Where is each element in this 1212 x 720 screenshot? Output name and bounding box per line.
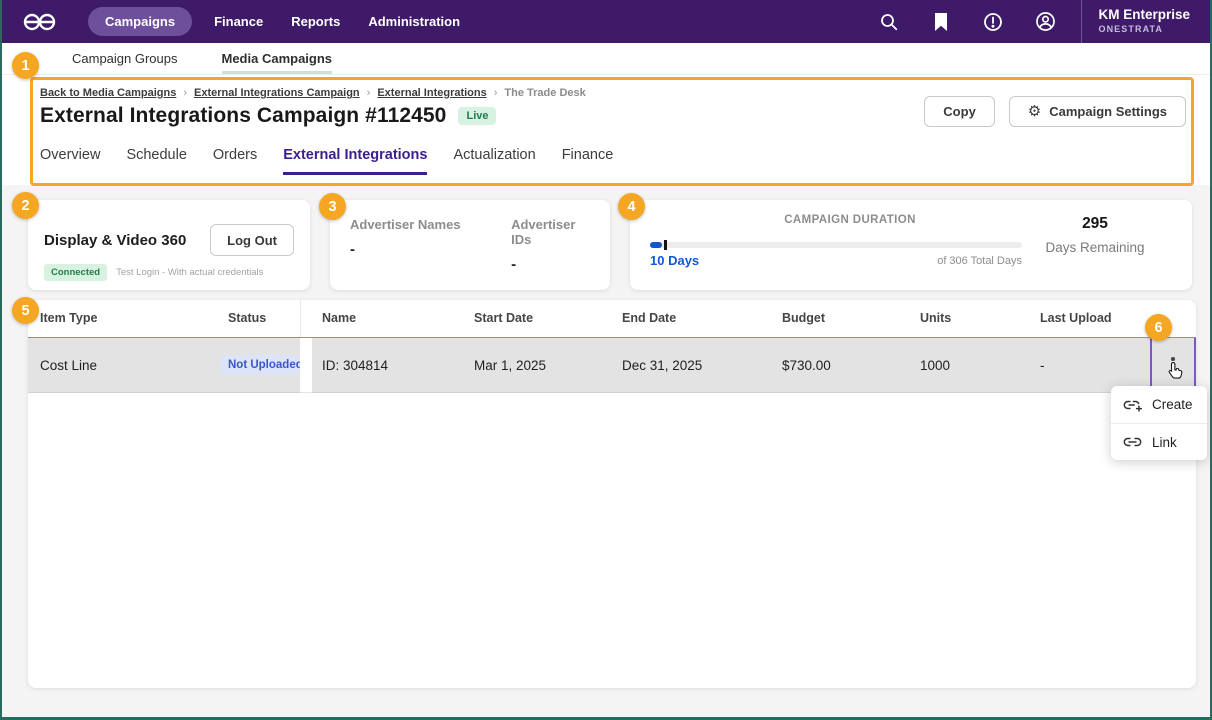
duration-marker <box>664 240 667 250</box>
tab-schedule[interactable]: Schedule <box>126 147 186 175</box>
nav-administration[interactable]: Administration <box>368 14 460 29</box>
column-header-name: Name <box>312 300 464 337</box>
breadcrumb-integrations-link[interactable]: External Integrations <box>377 87 486 99</box>
connection-note: Test Login - With actual credentials <box>116 267 263 278</box>
duration-total-label: of 306 Total Days <box>650 255 1022 267</box>
tab-orders[interactable]: Orders <box>213 147 257 175</box>
campaign-settings-label: Campaign Settings <box>1049 104 1167 119</box>
duration-progress-track <box>650 242 1022 248</box>
live-status-badge: Live <box>458 107 496 125</box>
advertiser-names-value: - <box>350 241 511 258</box>
column-header-last-upload: Last Upload <box>1030 300 1150 337</box>
campaign-tabs: Overview Schedule Orders External Integr… <box>40 147 639 175</box>
brand-logo-icon[interactable] <box>22 11 58 33</box>
log-out-button[interactable]: Log Out <box>210 224 294 256</box>
duration-elapsed-bar <box>650 242 662 248</box>
tab-actualization[interactable]: Actualization <box>453 147 535 175</box>
cell-item-type: Cost Line <box>28 338 218 393</box>
advertiser-card: Advertiser Names - Advertiser IDs - <box>330 200 610 290</box>
tab-overview[interactable]: Overview <box>40 147 100 175</box>
column-header-budget: Budget <box>772 300 910 337</box>
cell-units: 1000 <box>910 338 1030 393</box>
gear-icon: ⚙ <box>1028 104 1041 119</box>
days-remaining-value: 295 <box>1025 215 1165 233</box>
days-remaining-label: Days Remaining <box>1025 240 1165 255</box>
page-title: External Integrations Campaign #112450 <box>40 104 446 128</box>
campaign-duration-card: CAMPAIGN DURATION 10 Days of 306 Total D… <box>630 200 1192 290</box>
menu-item-link[interactable]: Link <box>1111 423 1207 460</box>
frozen-column-divider <box>300 300 312 337</box>
column-header-start-date: Start Date <box>464 300 612 337</box>
breadcrumb-separator: › <box>494 87 498 99</box>
menu-item-link-label: Link <box>1152 435 1177 450</box>
nav-finance[interactable]: Finance <box>214 14 263 29</box>
menu-item-create-label: Create <box>1152 397 1193 412</box>
duration-title: CAMPAIGN DURATION <box>630 214 1070 226</box>
connection-title: Display & Video 360 <box>44 232 186 249</box>
breadcrumb-current: The Trade Desk <box>504 87 585 99</box>
items-table: Item Type Status Name Start Date End Dat… <box>28 300 1196 688</box>
cell-actions <box>1150 338 1196 393</box>
table-header-row: Item Type Status Name Start Date End Dat… <box>28 300 1196 337</box>
tab-finance[interactable]: Finance <box>562 147 614 175</box>
app-window: Campaigns Finance Reports Administration <box>0 0 1212 720</box>
subnav-media-campaigns[interactable]: Media Campaigns <box>222 43 333 74</box>
not-uploaded-badge: Not Uploaded <box>220 355 311 375</box>
link-icon <box>1123 434 1142 450</box>
table-row[interactable]: Cost Line Not Uploaded ID: 304814 Mar 1,… <box>28 337 1196 393</box>
breadcrumb-separator: › <box>367 87 371 99</box>
cell-last-upload: - <box>1030 338 1150 393</box>
link-plus-icon <box>1123 397 1142 413</box>
campaign-header: Back to Media Campaigns › External Integ… <box>0 75 1212 185</box>
column-header-units: Units <box>910 300 1030 337</box>
breadcrumb-back-link[interactable]: Back to Media Campaigns <box>40 87 176 99</box>
advertiser-ids-label: Advertiser IDs <box>511 217 590 247</box>
tenant-name: KM Enterprise <box>1098 7 1190 24</box>
column-header-item-type: Item Type <box>28 300 218 337</box>
breadcrumb-separator: › <box>183 87 187 99</box>
cell-status: Not Uploaded <box>218 338 300 393</box>
cell-end-date: Dec 31, 2025 <box>612 338 772 393</box>
advertiser-names-label: Advertiser Names <box>350 217 511 232</box>
column-header-actions <box>1150 300 1196 337</box>
cell-budget: $730.00 <box>772 338 910 393</box>
column-header-status: Status <box>218 300 300 337</box>
connected-badge: Connected <box>44 264 107 281</box>
account-icon[interactable] <box>1033 10 1057 34</box>
nav-campaigns[interactable]: Campaigns <box>88 7 192 36</box>
tenant-product: ONESTRATA <box>1098 24 1190 35</box>
nav-reports[interactable]: Reports <box>291 14 340 29</box>
tab-external-integrations[interactable]: External Integrations <box>283 147 427 175</box>
alert-info-icon[interactable] <box>981 10 1005 34</box>
subnav-campaign-groups[interactable]: Campaign Groups <box>72 43 178 74</box>
kebab-menu-icon[interactable] <box>1167 353 1179 377</box>
secondary-navbar: Campaign Groups Media Campaigns <box>0 43 1212 75</box>
connection-card: Display & Video 360 Log Out Connected Te… <box>28 200 310 290</box>
navbar-divider <box>1081 0 1082 43</box>
frozen-column-divider <box>300 338 312 393</box>
campaign-settings-button[interactable]: ⚙ Campaign Settings <box>1009 96 1186 127</box>
bookmark-icon[interactable] <box>929 10 953 34</box>
advertiser-ids-value: - <box>511 256 590 273</box>
column-header-end-date: End Date <box>612 300 772 337</box>
top-navbar: Campaigns Finance Reports Administration <box>0 0 1212 43</box>
row-actions-menu: Create Link <box>1111 386 1207 460</box>
breadcrumb-campaign-link[interactable]: External Integrations Campaign <box>194 87 360 99</box>
cell-name: ID: 304814 <box>312 338 464 393</box>
tenant-switcher[interactable]: KM Enterprise ONESTRATA <box>1098 7 1190 35</box>
menu-item-create[interactable]: Create <box>1111 386 1207 423</box>
cell-start-date: Mar 1, 2025 <box>464 338 612 393</box>
breadcrumb: Back to Media Campaigns › External Integ… <box>40 87 586 99</box>
search-icon[interactable] <box>877 10 901 34</box>
copy-button[interactable]: Copy <box>924 96 995 127</box>
